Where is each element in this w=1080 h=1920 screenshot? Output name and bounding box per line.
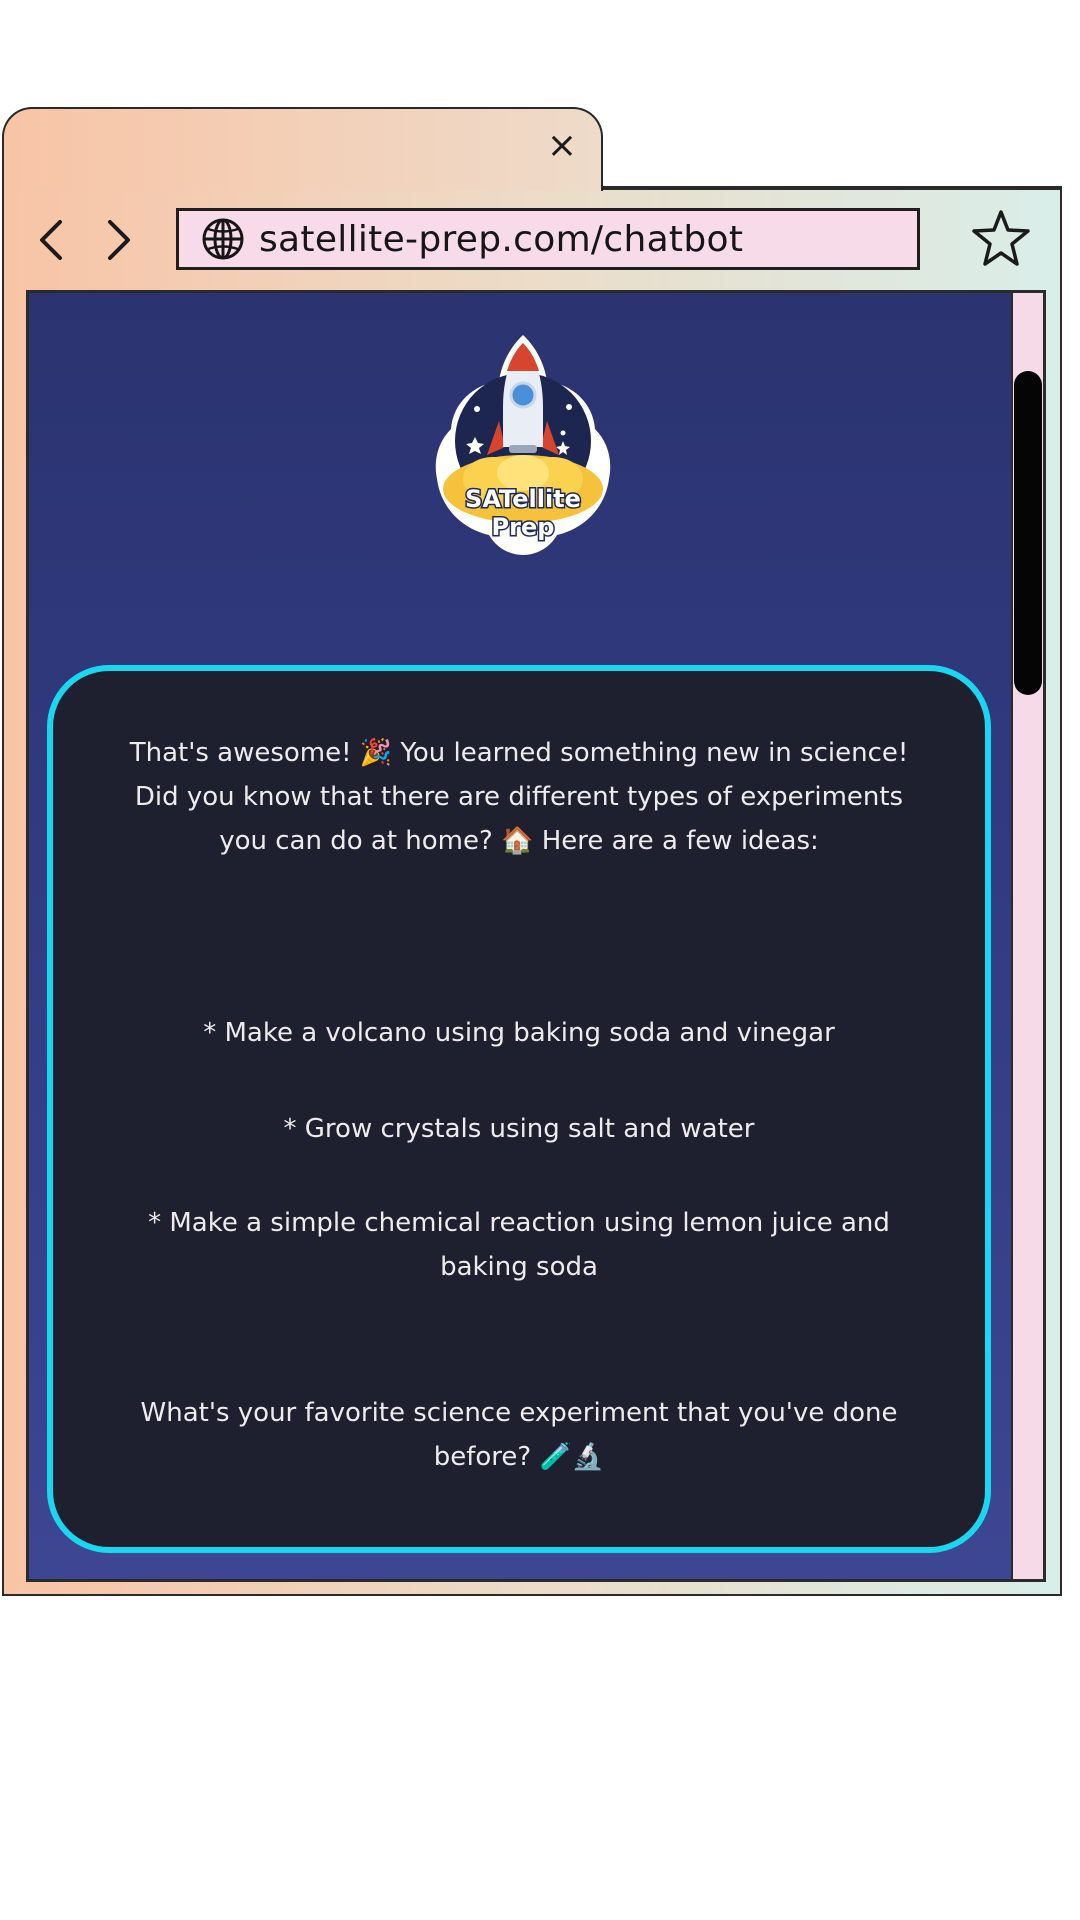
browser-window: × satellite-prep.com/chatbot SATellite P… <box>0 0 1080 1920</box>
list-item: * Make a volcano using baking soda and v… <box>113 1011 925 1055</box>
tab-close-button[interactable]: × <box>542 126 582 166</box>
address-bar[interactable]: satellite-prep.com/chatbot <box>176 208 920 270</box>
message-question-text: What's your favorite science experiment … <box>140 1398 898 1472</box>
idea-1-text: * Make a volcano using baking soda and v… <box>203 1018 835 1048</box>
logo-line-2: Prep <box>492 513 555 541</box>
list-item: * Make a simple chemical reaction using … <box>113 1201 925 1289</box>
logo-line-1: SATellite <box>465 485 581 513</box>
globe-icon <box>202 218 244 260</box>
page-viewport: SATellite Prep That's awesome! 🎉 You lea… <box>26 290 1046 1582</box>
frame-top-border <box>601 186 1062 190</box>
bookmark-star-icon[interactable] <box>970 208 1032 270</box>
idea-2-text: * Grow crystals using salt and water <box>283 1114 755 1144</box>
url-text: satellite-prep.com/chatbot <box>259 218 744 260</box>
satellite-prep-logo: SATellite Prep <box>435 335 611 555</box>
idea-3-text: * Make a simple chemical reaction using … <box>148 1208 890 1282</box>
browser-tab[interactable] <box>2 107 603 191</box>
chatbot-message-card: That's awesome! 🎉 You learned something … <box>47 665 991 1553</box>
chatbot-page: SATellite Prep That's awesome! 🎉 You lea… <box>29 293 1013 1579</box>
message-question: What's your favorite science experiment … <box>113 1391 925 1479</box>
scrollbar-thumb[interactable] <box>1014 371 1042 695</box>
message-intro-text: That's awesome! 🎉 You learned something … <box>129 738 909 856</box>
forward-arrow-icon[interactable] <box>98 218 138 262</box>
message-intro: That's awesome! 🎉 You learned something … <box>113 731 925 863</box>
list-item: * Grow crystals using salt and water <box>113 1107 925 1151</box>
scrollbar-track[interactable] <box>1011 293 1043 1579</box>
back-arrow-icon[interactable] <box>32 218 72 262</box>
